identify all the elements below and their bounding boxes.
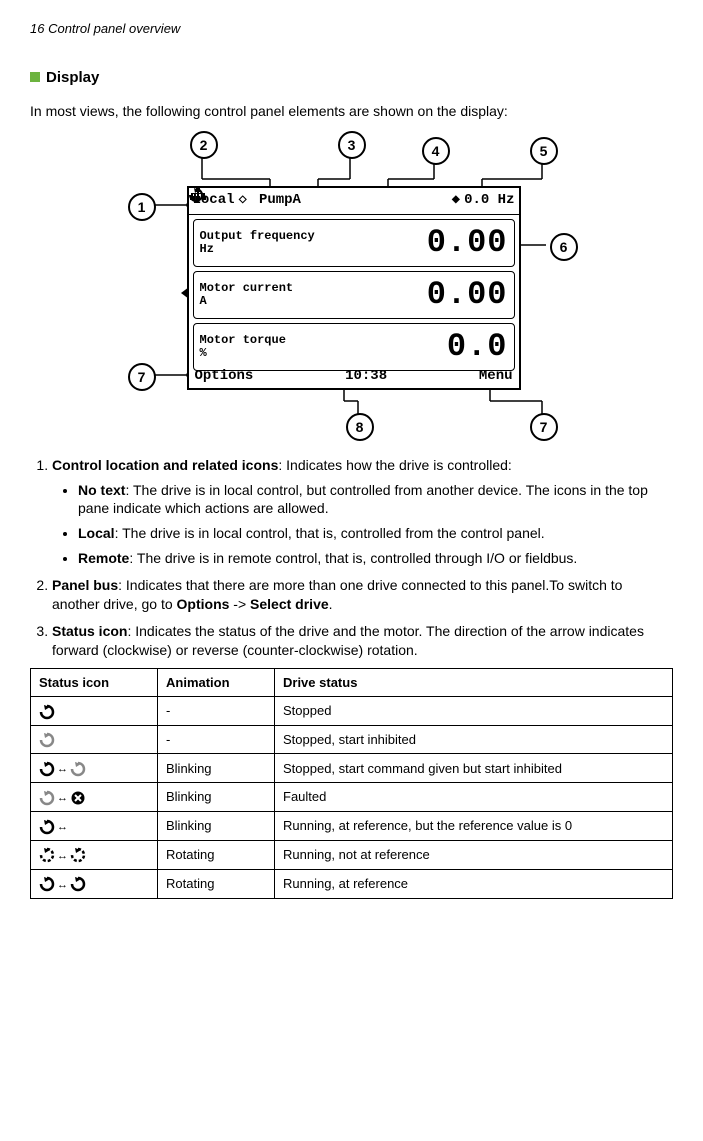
th-icon: Status icon <box>31 668 158 697</box>
status-row-4: ↔ Blinking Faulted <box>31 783 673 812</box>
status-1: Stopped <box>275 697 673 726</box>
anim-7: Rotating <box>158 869 275 898</box>
status-row-2: - Stopped, start inhibited <box>31 725 673 754</box>
anim-2: - <box>158 725 275 754</box>
callout-3: 3 <box>338 131 366 159</box>
item1c-tail: : The drive is in remote control, that i… <box>129 550 577 566</box>
icon-faulted: ↔ <box>31 783 158 812</box>
callout-6: 6 <box>550 233 578 261</box>
swap-icon: ↔ <box>57 821 68 833</box>
item-2: Panel bus: Indicates that there are more… <box>52 576 673 614</box>
row3-label: Motor torque <box>200 334 286 347</box>
swap-icon: ↔ <box>57 850 68 862</box>
status-row-7: ↔ Rotating Running, at reference <box>31 869 673 898</box>
lcd-body: Output frequencyHz 0.00 Motor currentA 0… <box>189 215 519 365</box>
lcd-top-bar: Local ◇ PumpA ◆ 0.0 Hz <box>189 188 519 215</box>
bullet-icon <box>30 72 40 82</box>
lcd-reference-text: 0.0 Hz <box>464 191 514 210</box>
item-1c: Remote: The drive is in remote control, … <box>78 549 673 568</box>
anim-5: Blinking <box>158 812 275 841</box>
row3-value: 0.0 <box>286 325 508 368</box>
item-1: Control location and related icons: Indi… <box>52 456 673 568</box>
callout-4: 4 <box>422 137 450 165</box>
item2-end: . <box>329 596 333 612</box>
callout-2: 2 <box>190 131 218 159</box>
swap-icon: ↔ <box>57 792 68 804</box>
status-row-1: - Stopped <box>31 697 673 726</box>
status-6: Running, not at reference <box>275 840 673 869</box>
item1b-lead: Local <box>78 525 115 541</box>
status-7: Running, at reference <box>275 869 673 898</box>
display-diagram: 1 2 3 4 5 6 7 8 7 Local ◇ PumpA ◆ 0.0 Hz… <box>72 131 632 441</box>
intro-text: In most views, the following control pan… <box>30 102 673 121</box>
item2-mid: : Indicates that there are more than one… <box>52 577 622 612</box>
item1-tail: : Indicates how the drive is controlled: <box>278 457 511 473</box>
status-5: Running, at reference, but the reference… <box>275 812 673 841</box>
page-header: 16 Control panel overview <box>30 20 673 38</box>
item2-lead: Panel bus <box>52 577 118 593</box>
swap-icon: ↔ <box>57 763 68 775</box>
lcd-row-1: Output frequencyHz 0.00 <box>193 219 515 267</box>
status-row-3: ↔ Blinking Stopped, start command given … <box>31 754 673 783</box>
icon-running-ref-zero: ↔ <box>31 812 158 841</box>
status-3: Stopped, start command given but start i… <box>275 754 673 783</box>
callout-5: 5 <box>530 137 558 165</box>
icon-start-inhibited-blink: ↔ <box>31 754 158 783</box>
anim-1: - <box>158 697 275 726</box>
item2-opt: Options <box>177 596 230 612</box>
item-1a: No text: The drive is in local control, … <box>78 481 673 519</box>
row1-unit: Hz <box>200 243 315 256</box>
item2-sel: Select drive <box>250 596 329 612</box>
status-2: Stopped, start inhibited <box>275 725 673 754</box>
updown-icon: ◇ <box>239 191 247 210</box>
row2-value: 0.00 <box>293 273 507 316</box>
status-table: Status icon Animation Drive status - Sto… <box>30 668 673 899</box>
status-4: Faulted <box>275 783 673 812</box>
anim-4: Blinking <box>158 783 275 812</box>
callout-7-right: 7 <box>530 413 558 441</box>
item1b-tail: : The drive is in local control, that is… <box>115 525 545 541</box>
icon-running-at-ref: ↔ <box>31 869 158 898</box>
row1-value: 0.00 <box>315 221 508 264</box>
item1a-lead: No text <box>78 482 125 498</box>
row2-unit: A <box>200 295 294 308</box>
lcd-screen: Local ◇ PumpA ◆ 0.0 Hz Output frequencyH… <box>187 186 521 390</box>
item2-arrow: -> <box>229 596 250 612</box>
anim-6: Rotating <box>158 840 275 869</box>
row2-label: Motor current <box>200 282 294 295</box>
callout-1: 1 <box>128 193 156 221</box>
item3-tail: : Indicates the status of the drive and … <box>52 623 644 658</box>
th-anim: Animation <box>158 668 275 697</box>
item-3: Status icon: Indicates the status of the… <box>52 622 673 660</box>
callout-7-left: 7 <box>128 363 156 391</box>
item-1b: Local: The drive is in local control, th… <box>78 524 673 543</box>
anim-3: Blinking <box>158 754 275 783</box>
lcd-row-2: Motor currentA 0.00 <box>193 271 515 319</box>
swap-icon: ↔ <box>57 879 68 891</box>
item1c-lead: Remote <box>78 550 129 566</box>
row-pointer-icon <box>181 287 189 299</box>
icon-running-not-at-ref: ↔ <box>31 840 158 869</box>
item1a-tail: : The drive is in local control, but con… <box>78 482 648 517</box>
row3-unit: % <box>200 347 286 360</box>
icon-stopped-inhibited <box>31 725 158 754</box>
row1-label: Output frequency <box>200 230 315 243</box>
icon-stopped <box>31 697 158 726</box>
lcd-device-text: PumpA <box>259 191 301 210</box>
item3-lead: Status icon <box>52 623 127 639</box>
numbered-list: Control location and related icons: Indi… <box>30 456 673 660</box>
status-row-5: ↔ Blinking Running, at reference, but th… <box>31 812 673 841</box>
status-row-6: ↔ Rotating Running, not at reference <box>31 840 673 869</box>
updown-small-icon: ◆ <box>452 191 460 210</box>
callout-8: 8 <box>346 413 374 441</box>
section-title: Display <box>30 68 673 88</box>
section-title-text: Display <box>46 69 99 86</box>
th-status: Drive status <box>275 668 673 697</box>
lcd-row-3: Motor torque% 0.0 <box>193 323 515 371</box>
item1-lead: Control location and related icons <box>52 457 278 473</box>
